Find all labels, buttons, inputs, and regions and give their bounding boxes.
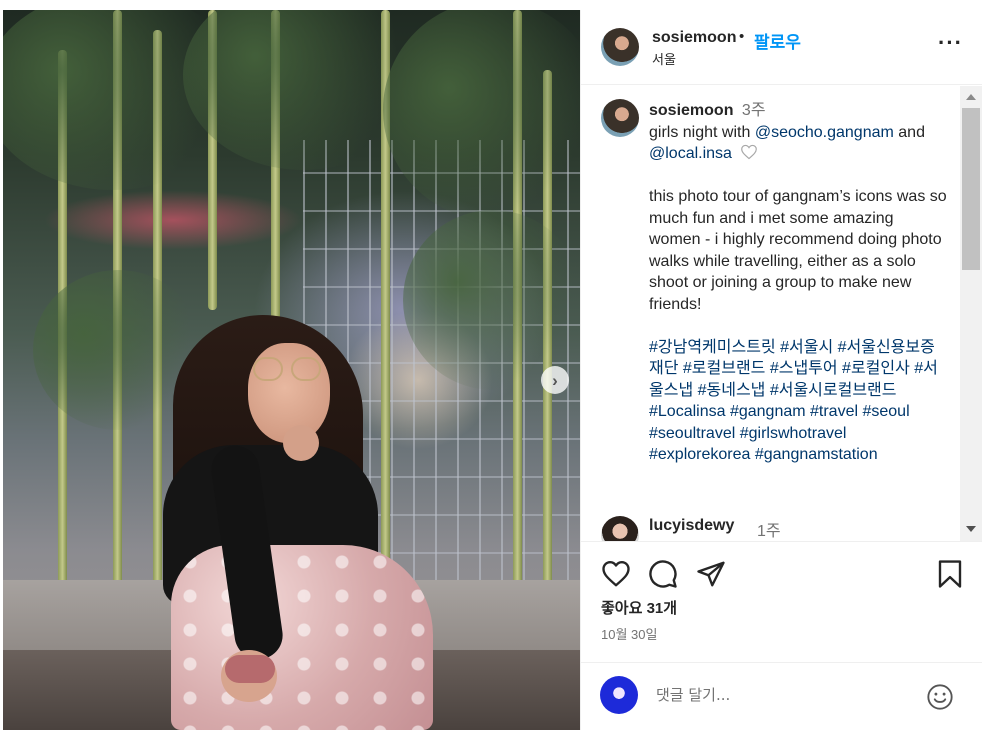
comment-item: lucyisdewy 1주 (601, 516, 941, 541)
caption-body: this photo tour of gangnam’s icons was s… (649, 188, 947, 313)
caption-author[interactable]: sosiemoon (649, 102, 733, 119)
commenter-username[interactable]: lucyisdewy (649, 517, 734, 535)
scroll-down-icon[interactable] (966, 526, 976, 532)
author-avatar[interactable] (601, 28, 639, 66)
post-header: sosiemoon • 팔로우 서울 ··· (581, 10, 982, 85)
person (163, 315, 433, 730)
author-username[interactable]: sosiemoon (652, 29, 736, 47)
chevron-right-icon: › (552, 370, 558, 390)
caption-text: girls night with (649, 123, 755, 141)
bookmark-icon[interactable] (935, 559, 965, 589)
caption-author-avatar[interactable] (601, 99, 639, 137)
add-comment-bar (581, 662, 982, 730)
post-date: 10월 30일 (601, 627, 658, 642)
emoji-icon[interactable] (926, 683, 954, 711)
pink-skirt (171, 545, 433, 730)
scroll-up-icon[interactable] (966, 94, 976, 100)
comment-input[interactable] (656, 683, 916, 707)
more-options-button[interactable]: ··· (938, 30, 962, 58)
caption-time[interactable]: 3주 (742, 102, 766, 119)
location-link[interactable]: 서울 (652, 49, 676, 68)
comments-scrollbar[interactable] (960, 86, 982, 541)
heart-icon[interactable] (601, 559, 631, 589)
glasses (253, 357, 325, 383)
share-icon[interactable] (696, 559, 726, 589)
separator-dot: • (739, 28, 745, 45)
hashtag-list[interactable]: #강남역케미스트릿 #서울시 #서울신용보증재단 #로컬브랜드 #스냅투어 #로… (649, 337, 949, 466)
current-user-avatar (600, 676, 638, 714)
post-dialog: › sosiemoon • 팔로우 서울 ··· sosiemoon 3주 gi… (0, 0, 982, 748)
mention-link[interactable]: @seocho.gangnam (755, 124, 894, 141)
post-photo[interactable]: › (3, 10, 580, 730)
next-photo-button[interactable]: › (541, 366, 569, 394)
action-bar (581, 541, 982, 601)
likes-count[interactable]: 좋아요 31개 (601, 597, 677, 618)
caption: sosiemoon 3주 girls night with @seocho.ga… (649, 100, 949, 466)
comment-time[interactable]: 1주 (757, 517, 781, 541)
scrollbar-thumb[interactable] (962, 108, 980, 270)
follow-button[interactable]: 팔로우 (754, 28, 801, 53)
hand (283, 425, 319, 461)
scrunchie (225, 655, 275, 683)
commenter-avatar[interactable] (601, 516, 639, 541)
caption-text: and (893, 123, 925, 141)
comment-icon[interactable] (648, 559, 678, 589)
comments-list[interactable]: sosiemoon 3주 girls night with @seocho.ga… (581, 86, 982, 541)
heart-icon[interactable] (740, 144, 758, 160)
mention-link[interactable]: @local.insa (649, 145, 732, 162)
post-sidebar: sosiemoon • 팔로우 서울 ··· sosiemoon 3주 girl… (580, 10, 982, 730)
